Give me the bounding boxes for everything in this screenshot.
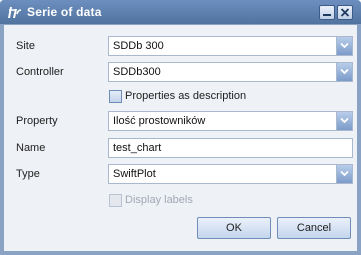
controller-dropdown[interactable]: SDDb300 [108, 62, 353, 82]
chevron-down-icon [340, 68, 349, 75]
serie-of-data-dialog: Serie of data Site SDDb 300 Controller S… [0, 0, 361, 255]
app-logo-icon [6, 5, 22, 19]
chevron-down-icon [340, 42, 349, 49]
site-dropdown[interactable]: SDDb 300 [108, 36, 353, 56]
minimize-button[interactable] [319, 5, 335, 20]
type-value: SwiftPlot [113, 168, 156, 180]
site-dropdown-button[interactable] [336, 37, 352, 55]
close-icon [340, 8, 350, 17]
site-value: SDDb 300 [113, 40, 164, 52]
site-label: Site [16, 40, 35, 52]
name-label: Name [16, 142, 46, 154]
controller-dropdown-button[interactable] [336, 63, 352, 81]
cancel-button[interactable]: Cancel [277, 217, 351, 239]
property-value: Ilość prostowników [113, 115, 206, 127]
controller-value: SDDb300 [113, 66, 161, 78]
name-input[interactable]: test_chart [108, 138, 353, 158]
chevron-down-icon [340, 117, 349, 124]
properties-as-description-label[interactable]: Properties as description [125, 90, 246, 102]
ok-button[interactable]: OK [197, 217, 271, 239]
display-labels-checkbox[interactable] [109, 194, 122, 207]
minimize-icon [323, 14, 331, 16]
type-dropdown-button[interactable] [336, 165, 352, 183]
type-dropdown[interactable]: SwiftPlot [108, 164, 353, 184]
chevron-down-icon [340, 170, 349, 177]
properties-as-description-checkbox[interactable] [109, 90, 122, 103]
property-dropdown-button[interactable] [336, 112, 352, 130]
type-label: Type [16, 168, 40, 180]
dialog-body: Site SDDb 300 Controller SDDb300 Propert… [4, 25, 357, 251]
close-button[interactable] [337, 5, 353, 20]
property-dropdown[interactable]: Ilość prostowników [108, 111, 353, 131]
name-value: test_chart [113, 142, 162, 154]
controller-label: Controller [16, 66, 64, 78]
display-labels-label: Display labels [125, 194, 193, 206]
dialog-title: Serie of data [27, 5, 102, 19]
titlebar[interactable]: Serie of data [0, 0, 361, 24]
property-label: Property [16, 115, 58, 127]
